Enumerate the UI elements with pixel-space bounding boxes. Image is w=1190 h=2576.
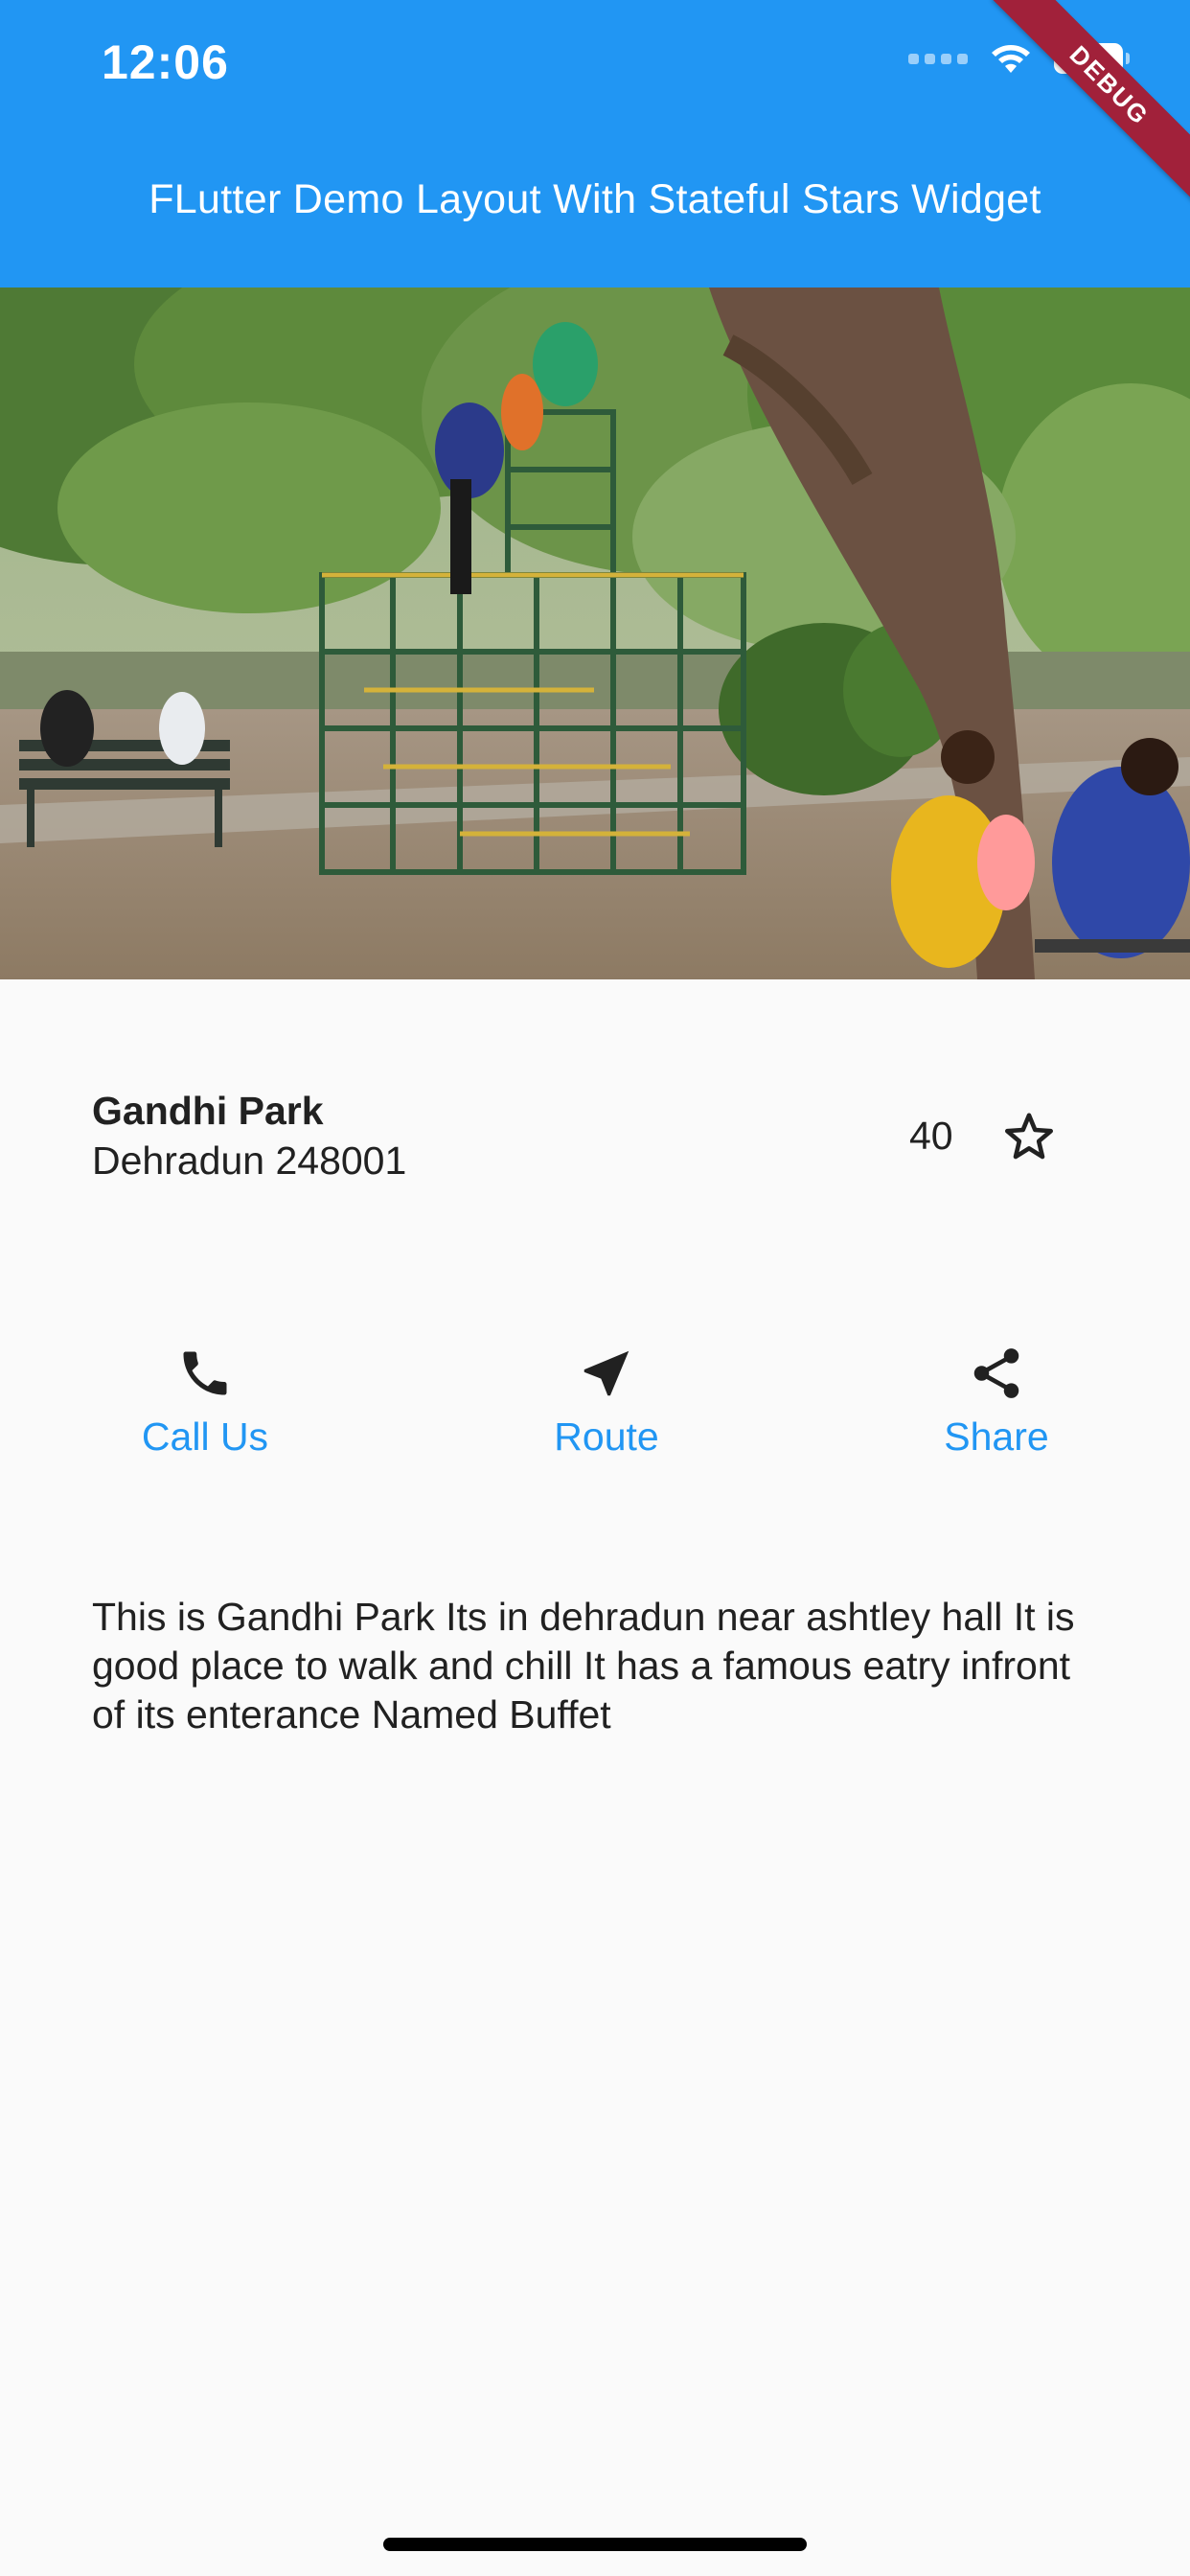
home-indicator[interactable] (383, 2538, 807, 2551)
share-button[interactable]: Share (881, 1342, 1111, 1460)
title-section: Gandhi Park Dehradun 248001 40 (92, 1089, 1098, 1194)
park-image (0, 288, 1190, 979)
navigation-icon (575, 1342, 638, 1405)
phone-icon (173, 1342, 237, 1405)
park-description: This is Gandhi Park Its in dehradun near… (92, 1595, 1075, 1736)
route-button[interactable]: Route (492, 1342, 721, 1460)
cellular-signal-icon (908, 53, 968, 64)
star-count: 40 (909, 1114, 953, 1158)
app-screen: 12:06 DEBUG FLutter Demo Layout With Sta… (0, 0, 1190, 2576)
share-label: Share (944, 1414, 1049, 1459)
call-us-label: Call Us (141, 1414, 269, 1459)
park-address: Dehradun 248001 (92, 1138, 407, 1183)
star-outline-icon (1004, 1113, 1054, 1160)
call-us-button[interactable]: Call Us (90, 1342, 320, 1460)
route-label: Route (554, 1414, 659, 1459)
app-bar: 12:06 DEBUG FLutter Demo Layout With Sta… (0, 0, 1190, 288)
page-title: FLutter Demo Layout With Stateful Stars … (149, 176, 1041, 222)
wifi-icon (992, 45, 1030, 73)
action-button-row: Call Us Route Share (0, 1342, 1190, 1476)
park-photo (0, 288, 1190, 979)
share-icon (965, 1342, 1028, 1405)
debug-banner: DEBUG (992, 0, 1190, 203)
park-name: Gandhi Park (92, 1089, 324, 1133)
status-time: 12:06 (102, 35, 229, 89)
favorite-star-button[interactable] (995, 1102, 1064, 1171)
